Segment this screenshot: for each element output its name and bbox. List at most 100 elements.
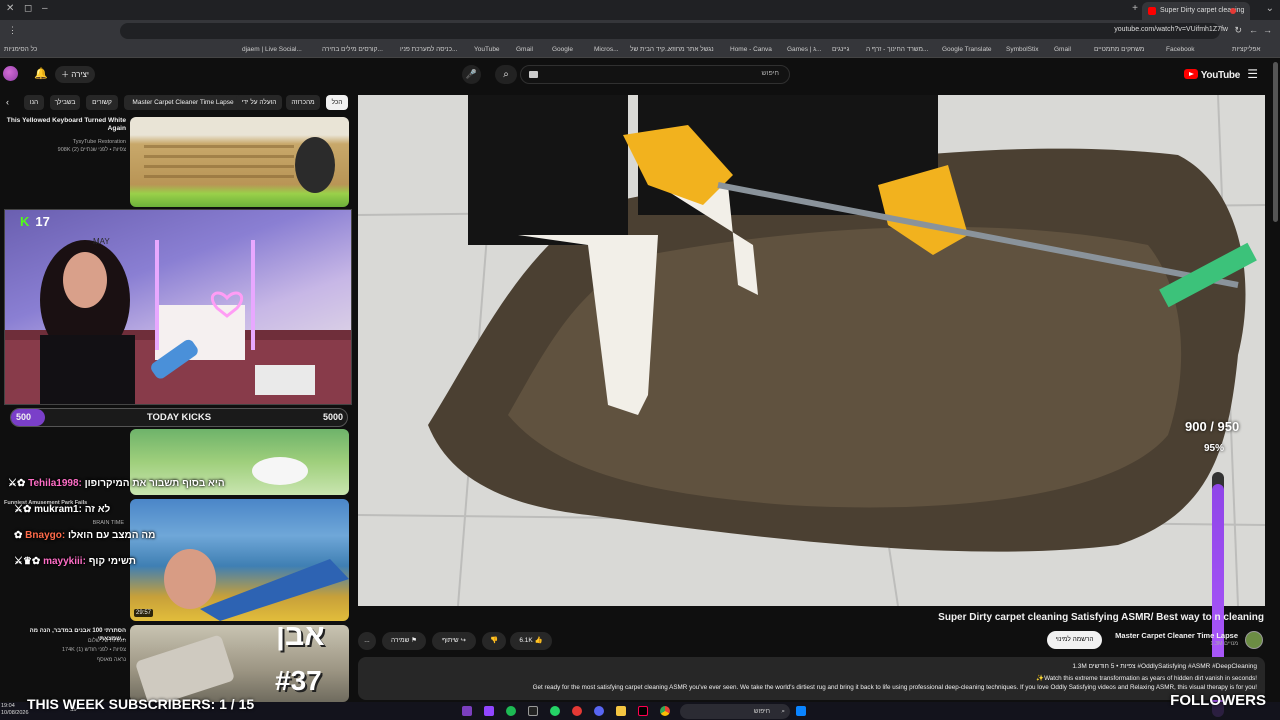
bookmark-item[interactable]: Google <box>552 46 573 53</box>
spotify-icon[interactable] <box>506 706 516 716</box>
video-thumbnail[interactable] <box>130 117 349 207</box>
video-player[interactable] <box>358 95 1265 606</box>
bookmark-item[interactable]: כניסה למערכת פניו... <box>400 46 457 53</box>
url-text[interactable]: youtube.com/watch?v=VUifmh1Z7fw <box>1114 26 1228 33</box>
chip[interactable]: מהכרוזה <box>286 95 320 110</box>
description-line: ✨Watch this extreme transformation as ye… <box>1036 675 1257 682</box>
bookmark-item[interactable]: גיינגים <box>832 46 849 53</box>
microphone-icon[interactable]: 🎤 <box>462 65 481 84</box>
chip[interactable]: הנו <box>24 95 44 110</box>
obs-record-icon[interactable] <box>572 706 582 716</box>
chip[interactable]: קשורים <box>86 95 118 110</box>
bookmark-item[interactable]: djaem | Live Social... <box>242 46 302 53</box>
chat-user: Tehila1998: <box>28 478 82 489</box>
taskbar-search[interactable]: חיפוש ⌕ <box>680 704 790 719</box>
like-button[interactable]: 6.1K 👍 <box>510 632 552 650</box>
video-channel: TysyTube Restoration <box>72 139 126 145</box>
bookmark-item[interactable]: קורסים מילים בחירה... <box>322 46 383 53</box>
bookmark-item[interactable]: Games | ג... <box>787 46 821 53</box>
description-meta: 1.3M צפיות • 5 חודשים #OddlySatisfying #… <box>1072 663 1257 670</box>
waterslide-thumb-art <box>164 549 349 621</box>
subscribe-button[interactable]: הרשמה למינוי <box>1047 631 1102 649</box>
bookmark-item[interactable]: YouTube <box>474 46 500 53</box>
bookmark-item[interactable]: משחקים מתמטיים <box>1094 46 1144 53</box>
dislike-button[interactable]: 👎 <box>482 632 506 650</box>
twitch-icon[interactable] <box>484 706 494 716</box>
thumbs-up-icon: 👍 <box>534 637 543 644</box>
video-description[interactable]: 1.3M צפיות • 5 חודשים #OddlySatisfying #… <box>358 657 1265 700</box>
keyboard-thumb-art <box>144 137 335 193</box>
more-actions-button[interactable]: ... <box>358 632 376 650</box>
weekly-subscribers-banner: THIS WEEK SUBSCRIBERS: 1 / 15 <box>27 696 255 712</box>
create-button[interactable]: ＋ יצירה <box>55 66 95 83</box>
new-tab-icon[interactable]: + <box>1132 3 1138 14</box>
bell-icon[interactable]: 🔔 <box>34 67 48 80</box>
bookmark-item[interactable]: Google Translate <box>942 46 992 53</box>
goal-percent: 95% <box>1204 443 1225 454</box>
search-placeholder: חיפוש <box>761 70 779 77</box>
maximize-icon[interactable]: ◻ <box>24 3 32 14</box>
avatar[interactable] <box>3 66 18 81</box>
video-title[interactable]: This Yellowed Keyboard Turned White Agai… <box>4 117 126 133</box>
discord-icon[interactable] <box>594 706 604 716</box>
chat-message: ⚔♛✿ mayykiii: תשימי קוף <box>14 556 136 567</box>
hamburger-menu-icon[interactable]: ☰ <box>1247 67 1258 81</box>
windows-start-icon[interactable] <box>796 706 806 716</box>
bookmark-item[interactable]: Micros... <box>594 46 619 53</box>
share-label: שיתוף <box>442 637 459 644</box>
chevron-left-icon[interactable]: ‹ <box>6 97 9 107</box>
all-bookmarks[interactable]: כל הסימניות <box>4 46 37 53</box>
tiktok-icon[interactable] <box>528 706 538 716</box>
thumb-number: #37 <box>275 665 322 696</box>
folder-icon[interactable] <box>616 706 626 716</box>
tab-active[interactable]: Super Dirty carpet cleaning <box>1142 2 1250 20</box>
bookmark-item[interactable]: קיד הבית של... <box>630 46 670 53</box>
search-icon[interactable]: ⌕ <box>495 65 517 84</box>
kick-counter: K 17 <box>20 214 50 229</box>
chat-message: ⚔✿ Tehila1998: היא בסוף תשבור את המיקרופ… <box>8 478 225 489</box>
chat-user: Bnaygo: <box>25 530 66 541</box>
page-scrollbar[interactable] <box>1273 62 1278 222</box>
system-clock[interactable]: 19:04 10/08/2026 <box>1 703 29 717</box>
app-icon[interactable] <box>462 706 472 716</box>
minimize-icon[interactable]: – <box>42 3 48 14</box>
save-button[interactable]: שמירה ⚑ <box>382 632 426 650</box>
bookmark-item[interactable]: Facebook <box>1166 46 1195 53</box>
reload-icon[interactable]: ↻ <box>1234 25 1242 36</box>
video-thumbnail[interactable]: אבן #37 <box>130 625 349 702</box>
youtube-logo[interactable]: YouTube <box>1183 69 1240 81</box>
today-kicks-label: TODAY KICKS <box>146 412 212 423</box>
close-window-icon[interactable]: ✕ <box>6 3 14 14</box>
share-button[interactable]: שיתוף ↪ <box>432 632 476 650</box>
chip[interactable]: הועלה על ידי <box>236 95 282 110</box>
chrome-icon[interactable] <box>660 706 670 716</box>
chip-selected[interactable]: הכל <box>326 95 348 110</box>
webcam-sign: MAY <box>93 237 110 246</box>
video-thumbnail[interactable]: 29:57 <box>130 499 349 621</box>
bookmark-item[interactable]: נגשל אתר מחוזא <box>668 46 714 53</box>
menu-dots-icon[interactable]: ⋮ <box>8 25 17 36</box>
bookmark-item[interactable]: Home - Canva <box>730 46 772 53</box>
whatsapp-icon[interactable] <box>550 706 560 716</box>
bookmark-item[interactable]: Gmail <box>516 46 533 53</box>
tab-search-icon[interactable]: ⌄ <box>1266 3 1274 14</box>
search-icon: ⌕ <box>781 708 785 715</box>
bookmark-item[interactable]: אפליקציות <box>1232 46 1260 53</box>
webcam-scene: MAY <box>5 237 351 404</box>
bookmark-item[interactable]: SymbolStix <box>1006 46 1039 53</box>
bookmark-item[interactable]: Gmail <box>1054 46 1071 53</box>
omnibox[interactable] <box>120 23 1220 39</box>
thumbs-down-icon: 👎 <box>489 637 499 644</box>
chip[interactable]: Master Carpet Cleaner Time Lapse <box>124 95 242 110</box>
keyboard-icon[interactable] <box>529 71 538 78</box>
tiktok-live-icon[interactable] <box>638 706 648 716</box>
bookmark-item[interactable]: משרד החינוך - זרף ה... <box>866 46 928 53</box>
kick-logo-icon: K <box>20 214 30 229</box>
search-input[interactable]: חיפוש <box>520 65 790 84</box>
video-meta: 174K צפיות • לפני חודש (1) <box>62 647 126 653</box>
back-icon[interactable]: ← <box>1249 25 1258 35</box>
forward-icon[interactable]: → <box>1263 25 1272 35</box>
channel-avatar[interactable] <box>1245 631 1263 649</box>
duration-badge: 29:57 <box>134 609 154 617</box>
chip[interactable]: בשבילך <box>50 95 80 110</box>
